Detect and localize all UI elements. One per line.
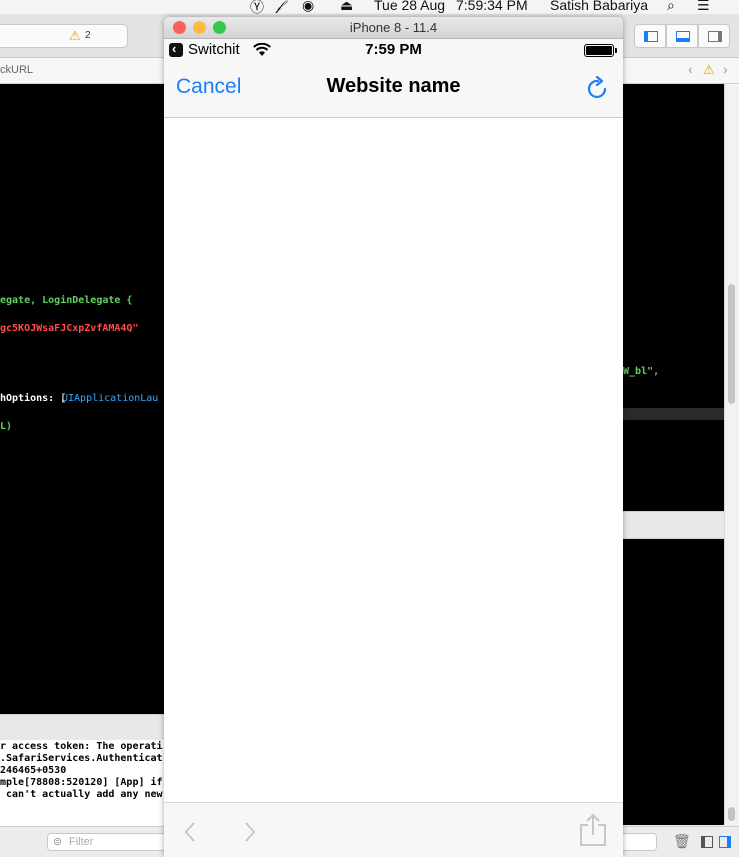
prev-issue-icon[interactable]: ‹ [688,61,693,77]
share-icon[interactable] [579,813,607,847]
spotlight-icon[interactable]: ⌕ [667,0,675,14]
editor-scrollbar[interactable] [724,84,739,825]
variables-view [623,539,724,825]
code-editor[interactable]: egate, LoginDelegate { gc5KOJWsaFJCxpZvf… [0,84,164,714]
current-line-highlight [623,408,724,420]
console-line-2: .SafariServices.Authenticat [0,753,163,764]
forward-arrow-icon[interactable] [243,821,257,843]
battery-icon [584,44,617,57]
notification-center-icon[interactable]: ☰ [697,0,710,14]
next-issue-icon[interactable]: › [723,61,728,77]
menubar-user[interactable]: Satish Babariya [550,0,648,13]
pen-icon[interactable]: 𝒻 [276,0,282,14]
eject-icon[interactable]: ⏏ [340,0,353,14]
code-line-2: gc5KOJWsaFJCxpZvfAMA4Q" [0,323,139,334]
activity-status: ⚠ 2 [0,24,128,48]
ios-clock: 7:59 PM [365,41,422,58]
utilities-toggle-button[interactable] [698,24,730,48]
navigator-toggle-button[interactable] [634,24,666,48]
vpn-icon[interactable]: Ⓨ [250,0,264,14]
ios-navigation-bar: Cancel Website name [164,61,623,118]
warning-icon[interactable]: ⚠ [703,62,715,78]
back-arrow-icon[interactable] [183,821,197,843]
filter-field-right[interactable] [623,833,657,851]
web-content-area[interactable] [164,118,623,802]
simulator-titlebar[interactable]: iPhone 8 - 11.4 [164,17,623,39]
menubar-time[interactable]: 7:59:34 PM [456,0,528,13]
code-line-3-type: UIApplicationLau [62,393,159,404]
console-split-right-icon[interactable] [719,836,731,848]
ios-bottom-toolbar [164,802,623,857]
nav-title: Website name [326,75,461,97]
console-split-left-icon[interactable] [701,836,713,848]
warning-icon: ⚠ [69,28,81,43]
filter-icon: ⊜ [53,836,63,848]
menubar-date[interactable]: Tue 28 Aug [374,0,445,13]
code-line-3: hOptions: [ [0,393,67,404]
code-editor-right[interactable]: W_bl", [623,84,724,511]
warning-count[interactable]: 2 [85,30,91,41]
code-line-right: W_bl", [623,366,660,377]
console-line-3: 246465+0530 [0,765,67,776]
filter-placeholder: Filter [69,836,94,848]
console-line-4: mple[78808:520120] [App] if [0,777,163,788]
code-line-1: egate, LoginDelegate { [0,295,133,306]
console-line-1: r access token: The operati [0,741,163,752]
editor-layout-buttons [630,24,734,48]
debug-bar [623,511,724,539]
code-line-4: L) [0,421,13,432]
scroll-thumb[interactable] [728,284,735,404]
reload-icon[interactable] [587,76,609,100]
simulator-window: iPhone 8 - 11.4 ‹ Switchit 7:59 PM Cance… [164,17,623,857]
simulator-title: iPhone 8 - 11.4 [349,20,438,35]
jumpbar-path[interactable]: ckURL [0,64,33,76]
console-filter-field[interactable]: ⊜ Filter [47,833,167,851]
debug-console[interactable]: r access token: The operati .SafariServi… [0,740,164,826]
ios-status-bar: ‹ Switchit 7:59 PM [164,39,623,61]
nvidia-icon[interactable]: ◉ [302,0,314,14]
console-line-5: can't actually add any new [0,789,163,800]
debug-toggle-button[interactable] [666,24,698,48]
scroll-thumb-lower[interactable] [728,807,735,821]
mac-menubar: Ⓨ 𝒻 ◉ ⏏ Tue 28 Aug 7:59:34 PM Satish Bab… [0,0,739,14]
trash-icon[interactable]: 🗑 [673,833,691,850]
console-header [0,714,164,740]
